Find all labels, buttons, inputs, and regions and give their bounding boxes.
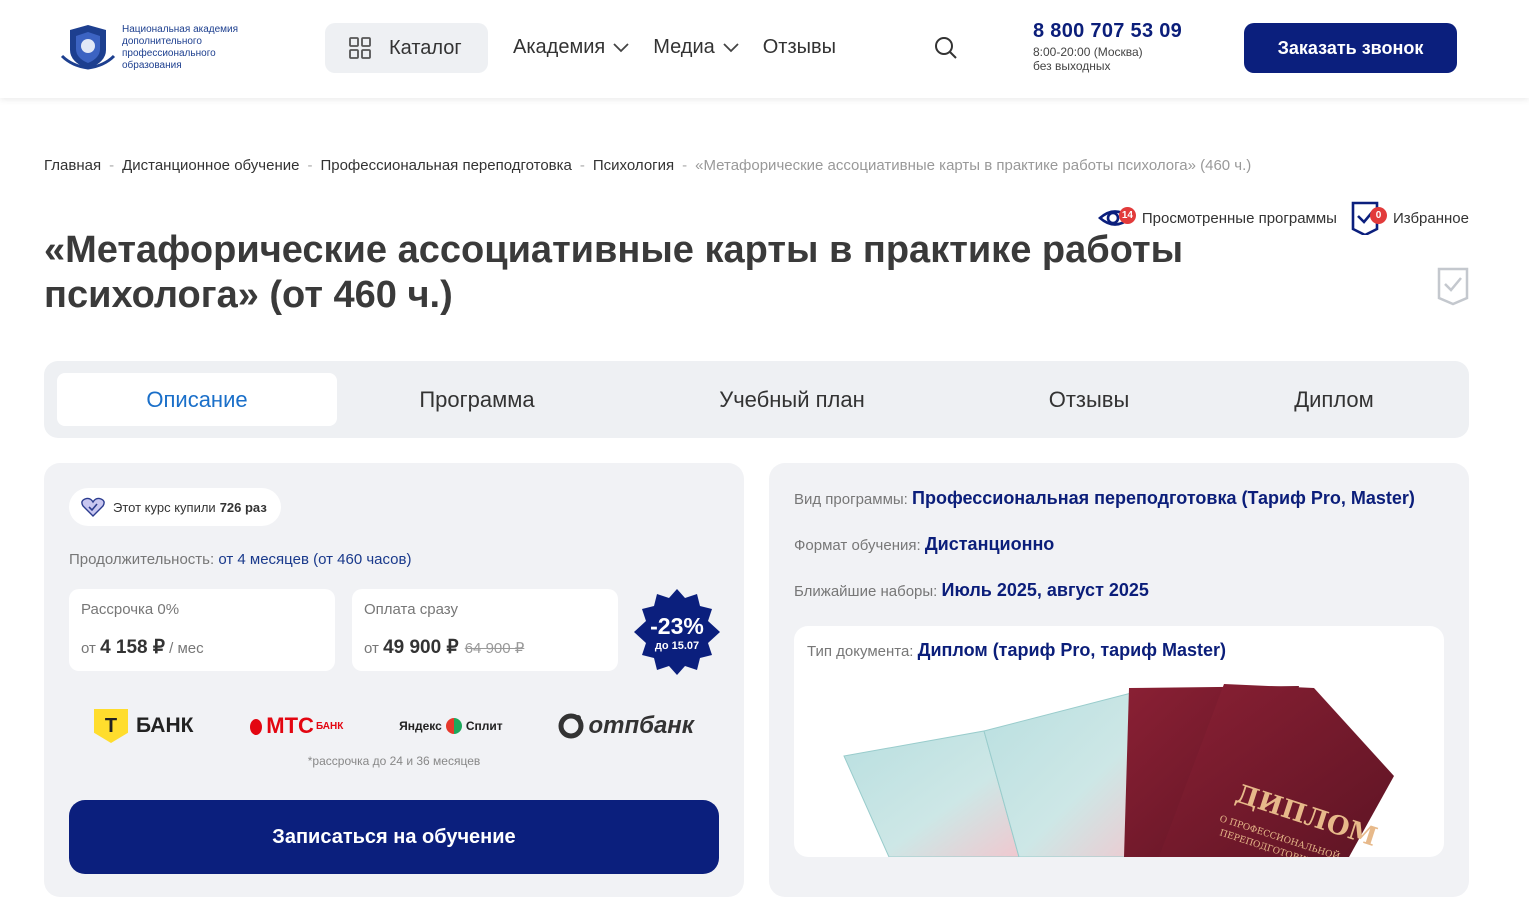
viewed-programs-label: Просмотренные программы [1141, 209, 1337, 227]
duration: Продолжительность: от 4 месяцев (от 460 … [69, 551, 411, 568]
discount-deadline: до 15.07 [654, 639, 700, 652]
full-payment-card[interactable]: Оплата сразу от 49 900 ₽ 64 900 ₽ [352, 589, 618, 671]
discount-badge: -23% до 15.07 [634, 589, 720, 675]
program-type-value: Профессиональная переподготовка (Тариф P… [912, 488, 1415, 508]
tab-curriculum[interactable]: Учебный план [667, 373, 917, 426]
bookmark-check-icon: 0 [1349, 201, 1387, 237]
academy-name: Национальная академия дополнительного пр… [122, 24, 239, 71]
duration-value: от 4 месяцев (от 460 часов) [218, 551, 412, 568]
nav-reviews[interactable]: Отзывы [763, 36, 836, 59]
installment-card[interactable]: Рассрочка 0% от 4 158 ₽ / мес [69, 589, 335, 671]
mts-bank-logo: МТС БАНК [249, 713, 343, 739]
split-name: Сплит [465, 719, 503, 733]
mts-name: МТС [266, 713, 314, 738]
yandex-name: Яндекс [399, 719, 442, 733]
enroll-button[interactable]: Записаться на обучение [69, 800, 719, 874]
installment-note: *рассрочка до 24 и 36 месяцев [307, 754, 481, 768]
diploma-image: ДИПЛОМ О ПРОФЕССИОНАЛЬНОЙ ПЕРЕПОДГОТОВКЕ [843, 684, 1394, 857]
intake-row: Ближайшие наборы: Июль 2025, август 2025 [794, 580, 1149, 601]
discount-percent: -23% [650, 612, 704, 639]
otp-ring-icon [558, 713, 584, 739]
favorites-count-badge: 0 [1369, 207, 1387, 224]
breadcrumb-retraining[interactable]: Профессиональная переподготовка [320, 157, 571, 174]
intake-value: Июль 2025, август 2025 [941, 580, 1149, 600]
viewed-count-badge: 14 [1118, 207, 1136, 224]
split-circle-icon [445, 718, 462, 734]
breadcrumb-separator: - [307, 157, 313, 174]
heart-check-icon [81, 497, 105, 517]
bought-count: 726 раз [219, 499, 267, 515]
request-call-button[interactable]: Заказать звонок [1244, 23, 1457, 73]
site-header: Национальная академия дополнительного пр… [0, 0, 1529, 98]
tbank-name: БАНК [136, 714, 194, 737]
favorites-link[interactable]: 0 Избранное [1349, 201, 1469, 237]
breadcrumb-distance[interactable]: Дистанционное обучение [122, 157, 299, 174]
installment-price-line: от 4 158 ₽ / мес [81, 636, 323, 659]
academy-logo[interactable]: Национальная академия дополнительного пр… [58, 22, 252, 72]
tab-program[interactable]: Программа [357, 373, 597, 426]
otp-name: отпбанк [588, 712, 694, 739]
study-format-row: Формат обучения: Дистанционно [794, 534, 1054, 555]
chevron-down-icon [723, 42, 739, 52]
add-to-favorites-icon[interactable] [1436, 266, 1470, 311]
purchase-panel: Этот курс купили 726 раз Продолжительнос… [44, 463, 744, 897]
installment-price: 4 158 ₽ [100, 637, 165, 658]
chevron-down-icon [613, 42, 629, 52]
working-hours: 8:00-20:00 (Москва) [1033, 45, 1143, 59]
course-tabs: Описание Программа Учебный план Отзывы Д… [44, 361, 1469, 438]
grid-icon [349, 37, 371, 59]
page-title: «Метафорические ассоциативные карты в пр… [44, 229, 1184, 316]
nav-academy[interactable]: Академия [513, 36, 629, 59]
catalog-button[interactable]: Каталог [325, 23, 488, 73]
breadcrumb-current: «Метафорические ассоциативные карты в пр… [695, 157, 1252, 174]
tbank-logo: Т БАНК [94, 709, 193, 743]
program-type-label: Вид программы: [794, 491, 908, 508]
purchases-badge: Этот курс купили 726 раз [69, 488, 281, 526]
tab-reviews[interactable]: Отзывы [989, 373, 1189, 426]
bank-logos: Т БАНК МТС БАНК Яндекс Сплит отпбанк [94, 709, 694, 743]
nav-reviews-label: Отзывы [762, 36, 837, 58]
contact-phone: 8 800 707 53 09 8:00-20:00 (Москва) без … [1033, 20, 1182, 73]
study-format-label: Формат обучения: [794, 537, 921, 554]
favorites-label: Избранное [1392, 209, 1469, 227]
program-info-panel: Вид программы: Профессиональная переподг… [769, 463, 1469, 897]
tab-description[interactable]: Описание [57, 373, 337, 426]
search-icon[interactable] [934, 36, 958, 65]
breadcrumb-separator: - [682, 157, 688, 174]
study-format-value: Дистанционно [924, 534, 1055, 554]
breadcrumb-separator: - [109, 157, 115, 174]
breadcrumb-home[interactable]: Главная [44, 157, 101, 174]
bought-prefix: Этот курс купили [113, 499, 216, 515]
full-price-prefix: от [364, 640, 379, 657]
catalog-label: Каталог [389, 36, 462, 59]
phone-number[interactable]: 8 800 707 53 09 [1033, 20, 1182, 43]
full-payment-title: Оплата сразу [364, 601, 458, 618]
full-price: 49 900 ₽ [383, 637, 459, 658]
working-days: без выходных [1033, 59, 1111, 73]
intake-label: Ближайшие наборы: [794, 583, 938, 600]
program-type-row: Вид программы: Профессиональная переподг… [794, 488, 1415, 509]
nav-media[interactable]: Медиа [653, 36, 739, 59]
nav-academy-label: Академия [513, 36, 606, 58]
academy-emblem-icon [60, 25, 116, 70]
document-card: Тип документа: Диплом (тариф Pro, тариф … [794, 626, 1444, 857]
mts-egg-icon [250, 719, 263, 735]
old-price: 64 900 ₽ [464, 640, 525, 657]
breadcrumb-psychology[interactable]: Психология [593, 157, 674, 174]
yandex-split-logo: Яндекс Сплит [399, 718, 503, 734]
tab-diploma[interactable]: Диплом [1234, 373, 1434, 426]
full-price-line: от 49 900 ₽ 64 900 ₽ [364, 636, 606, 659]
nav-media-label: Медиа [653, 36, 715, 58]
otp-bank-logo: отпбанк [558, 712, 694, 740]
duration-label: Продолжительность: [69, 551, 215, 568]
breadcrumb-separator: - [579, 157, 585, 174]
breadcrumb: Главная - Дистанционное обучение - Профе… [44, 157, 1251, 174]
main-nav: Академия Медиа Отзывы [513, 36, 860, 59]
mts-sup: БАНК [315, 720, 344, 732]
tbank-shield-icon: Т [94, 709, 128, 743]
installment-prefix: от [81, 640, 96, 657]
installment-title: Рассрочка 0% [81, 601, 180, 618]
installment-suffix: / мес [169, 640, 204, 657]
